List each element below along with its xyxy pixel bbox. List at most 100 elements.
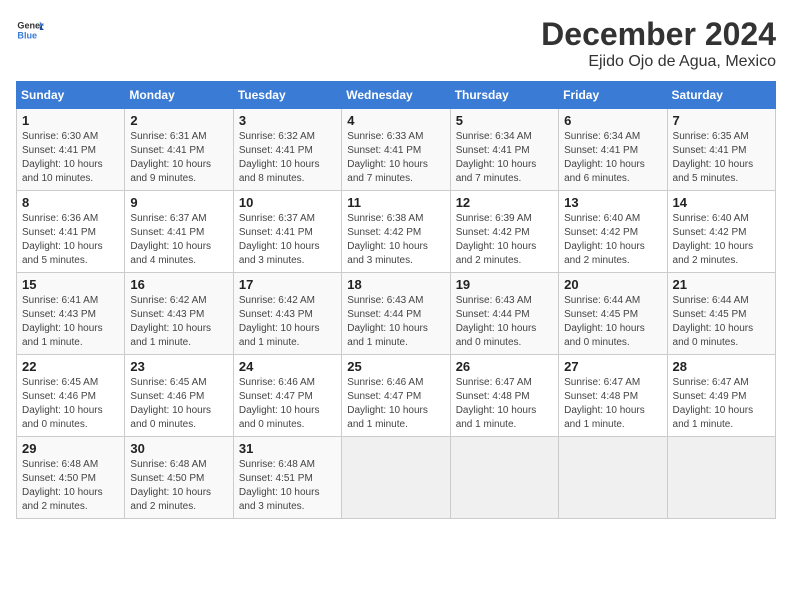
- col-friday: Friday: [559, 82, 667, 109]
- calendar-cell: 12 Sunrise: 6:39 AM Sunset: 4:42 PM Dayl…: [450, 191, 558, 273]
- day-number: 26: [456, 359, 553, 374]
- calendar-body: 1 Sunrise: 6:30 AM Sunset: 4:41 PM Dayli…: [17, 109, 776, 519]
- logo: General Blue: [16, 16, 44, 44]
- calendar-week-4: 22 Sunrise: 6:45 AM Sunset: 4:46 PM Dayl…: [17, 355, 776, 437]
- day-number: 18: [347, 277, 444, 292]
- day-number: 22: [22, 359, 119, 374]
- col-thursday: Thursday: [450, 82, 558, 109]
- calendar-cell: [450, 437, 558, 519]
- day-info: Sunrise: 6:48 AM Sunset: 4:51 PM Dayligh…: [239, 458, 336, 514]
- day-number: 12: [456, 195, 553, 210]
- calendar-cell: 24 Sunrise: 6:46 AM Sunset: 4:47 PM Dayl…: [233, 355, 341, 437]
- calendar-cell: 17 Sunrise: 6:42 AM Sunset: 4:43 PM Dayl…: [233, 273, 341, 355]
- day-number: 3: [239, 113, 336, 128]
- day-number: 4: [347, 113, 444, 128]
- day-info: Sunrise: 6:32 AM Sunset: 4:41 PM Dayligh…: [239, 130, 336, 186]
- calendar-cell: 2 Sunrise: 6:31 AM Sunset: 4:41 PM Dayli…: [125, 109, 233, 191]
- day-number: 27: [564, 359, 661, 374]
- calendar-cell: 22 Sunrise: 6:45 AM Sunset: 4:46 PM Dayl…: [17, 355, 125, 437]
- calendar-cell: 15 Sunrise: 6:41 AM Sunset: 4:43 PM Dayl…: [17, 273, 125, 355]
- day-number: 29: [22, 441, 119, 456]
- calendar-cell: 19 Sunrise: 6:43 AM Sunset: 4:44 PM Dayl…: [450, 273, 558, 355]
- header-row: Sunday Monday Tuesday Wednesday Thursday…: [17, 82, 776, 109]
- calendar-week-2: 8 Sunrise: 6:36 AM Sunset: 4:41 PM Dayli…: [17, 191, 776, 273]
- day-number: 5: [456, 113, 553, 128]
- day-number: 11: [347, 195, 444, 210]
- day-info: Sunrise: 6:42 AM Sunset: 4:43 PM Dayligh…: [239, 294, 336, 350]
- col-wednesday: Wednesday: [342, 82, 450, 109]
- calendar-cell: 10 Sunrise: 6:37 AM Sunset: 4:41 PM Dayl…: [233, 191, 341, 273]
- day-info: Sunrise: 6:42 AM Sunset: 4:43 PM Dayligh…: [130, 294, 227, 350]
- calendar-cell: 6 Sunrise: 6:34 AM Sunset: 4:41 PM Dayli…: [559, 109, 667, 191]
- calendar-cell: 29 Sunrise: 6:48 AM Sunset: 4:50 PM Dayl…: [17, 437, 125, 519]
- calendar-cell: 4 Sunrise: 6:33 AM Sunset: 4:41 PM Dayli…: [342, 109, 450, 191]
- calendar-cell: 30 Sunrise: 6:48 AM Sunset: 4:50 PM Dayl…: [125, 437, 233, 519]
- day-info: Sunrise: 6:47 AM Sunset: 4:49 PM Dayligh…: [673, 376, 770, 432]
- day-number: 24: [239, 359, 336, 374]
- calendar-cell: 1 Sunrise: 6:30 AM Sunset: 4:41 PM Dayli…: [17, 109, 125, 191]
- day-number: 19: [456, 277, 553, 292]
- day-number: 6: [564, 113, 661, 128]
- calendar-week-3: 15 Sunrise: 6:41 AM Sunset: 4:43 PM Dayl…: [17, 273, 776, 355]
- calendar-cell: 8 Sunrise: 6:36 AM Sunset: 4:41 PM Dayli…: [17, 191, 125, 273]
- col-sunday: Sunday: [17, 82, 125, 109]
- calendar-cell: 18 Sunrise: 6:43 AM Sunset: 4:44 PM Dayl…: [342, 273, 450, 355]
- day-number: 10: [239, 195, 336, 210]
- calendar-cell: 20 Sunrise: 6:44 AM Sunset: 4:45 PM Dayl…: [559, 273, 667, 355]
- calendar-cell: [667, 437, 775, 519]
- day-number: 15: [22, 277, 119, 292]
- page-header: General Blue December 2024 Ejido Ojo de …: [16, 16, 776, 71]
- day-number: 16: [130, 277, 227, 292]
- day-info: Sunrise: 6:44 AM Sunset: 4:45 PM Dayligh…: [673, 294, 770, 350]
- calendar-cell: [559, 437, 667, 519]
- calendar-cell: 13 Sunrise: 6:40 AM Sunset: 4:42 PM Dayl…: [559, 191, 667, 273]
- calendar-week-5: 29 Sunrise: 6:48 AM Sunset: 4:50 PM Dayl…: [17, 437, 776, 519]
- day-info: Sunrise: 6:43 AM Sunset: 4:44 PM Dayligh…: [456, 294, 553, 350]
- day-info: Sunrise: 6:38 AM Sunset: 4:42 PM Dayligh…: [347, 212, 444, 268]
- day-info: Sunrise: 6:34 AM Sunset: 4:41 PM Dayligh…: [456, 130, 553, 186]
- day-info: Sunrise: 6:44 AM Sunset: 4:45 PM Dayligh…: [564, 294, 661, 350]
- day-info: Sunrise: 6:47 AM Sunset: 4:48 PM Dayligh…: [456, 376, 553, 432]
- calendar-cell: 11 Sunrise: 6:38 AM Sunset: 4:42 PM Dayl…: [342, 191, 450, 273]
- day-info: Sunrise: 6:35 AM Sunset: 4:41 PM Dayligh…: [673, 130, 770, 186]
- calendar-cell: 9 Sunrise: 6:37 AM Sunset: 4:41 PM Dayli…: [125, 191, 233, 273]
- day-info: Sunrise: 6:37 AM Sunset: 4:41 PM Dayligh…: [130, 212, 227, 268]
- calendar-cell: 26 Sunrise: 6:47 AM Sunset: 4:48 PM Dayl…: [450, 355, 558, 437]
- svg-text:Blue: Blue: [17, 30, 37, 40]
- day-info: Sunrise: 6:48 AM Sunset: 4:50 PM Dayligh…: [22, 458, 119, 514]
- day-info: Sunrise: 6:46 AM Sunset: 4:47 PM Dayligh…: [347, 376, 444, 432]
- day-number: 9: [130, 195, 227, 210]
- calendar-cell: 14 Sunrise: 6:40 AM Sunset: 4:42 PM Dayl…: [667, 191, 775, 273]
- day-number: 7: [673, 113, 770, 128]
- day-info: Sunrise: 6:40 AM Sunset: 4:42 PM Dayligh…: [673, 212, 770, 268]
- day-info: Sunrise: 6:34 AM Sunset: 4:41 PM Dayligh…: [564, 130, 661, 186]
- day-number: 8: [22, 195, 119, 210]
- calendar-cell: 16 Sunrise: 6:42 AM Sunset: 4:43 PM Dayl…: [125, 273, 233, 355]
- location-title: Ejido Ojo de Agua, Mexico: [541, 53, 776, 71]
- day-info: Sunrise: 6:36 AM Sunset: 4:41 PM Dayligh…: [22, 212, 119, 268]
- calendar-cell: 31 Sunrise: 6:48 AM Sunset: 4:51 PM Dayl…: [233, 437, 341, 519]
- calendar-table: Sunday Monday Tuesday Wednesday Thursday…: [16, 81, 776, 519]
- calendar-cell: 23 Sunrise: 6:45 AM Sunset: 4:46 PM Dayl…: [125, 355, 233, 437]
- day-info: Sunrise: 6:45 AM Sunset: 4:46 PM Dayligh…: [130, 376, 227, 432]
- calendar-cell: 7 Sunrise: 6:35 AM Sunset: 4:41 PM Dayli…: [667, 109, 775, 191]
- day-number: 13: [564, 195, 661, 210]
- col-saturday: Saturday: [667, 82, 775, 109]
- calendar-cell: [342, 437, 450, 519]
- day-info: Sunrise: 6:41 AM Sunset: 4:43 PM Dayligh…: [22, 294, 119, 350]
- day-number: 2: [130, 113, 227, 128]
- day-info: Sunrise: 6:30 AM Sunset: 4:41 PM Dayligh…: [22, 130, 119, 186]
- day-info: Sunrise: 6:48 AM Sunset: 4:50 PM Dayligh…: [130, 458, 227, 514]
- day-number: 21: [673, 277, 770, 292]
- day-info: Sunrise: 6:47 AM Sunset: 4:48 PM Dayligh…: [564, 376, 661, 432]
- calendar-header: Sunday Monday Tuesday Wednesday Thursday…: [17, 82, 776, 109]
- calendar-week-1: 1 Sunrise: 6:30 AM Sunset: 4:41 PM Dayli…: [17, 109, 776, 191]
- day-number: 30: [130, 441, 227, 456]
- calendar-cell: 25 Sunrise: 6:46 AM Sunset: 4:47 PM Dayl…: [342, 355, 450, 437]
- day-number: 31: [239, 441, 336, 456]
- month-title: December 2024: [541, 16, 776, 53]
- day-number: 1: [22, 113, 119, 128]
- day-info: Sunrise: 6:37 AM Sunset: 4:41 PM Dayligh…: [239, 212, 336, 268]
- calendar-cell: 21 Sunrise: 6:44 AM Sunset: 4:45 PM Dayl…: [667, 273, 775, 355]
- day-info: Sunrise: 6:45 AM Sunset: 4:46 PM Dayligh…: [22, 376, 119, 432]
